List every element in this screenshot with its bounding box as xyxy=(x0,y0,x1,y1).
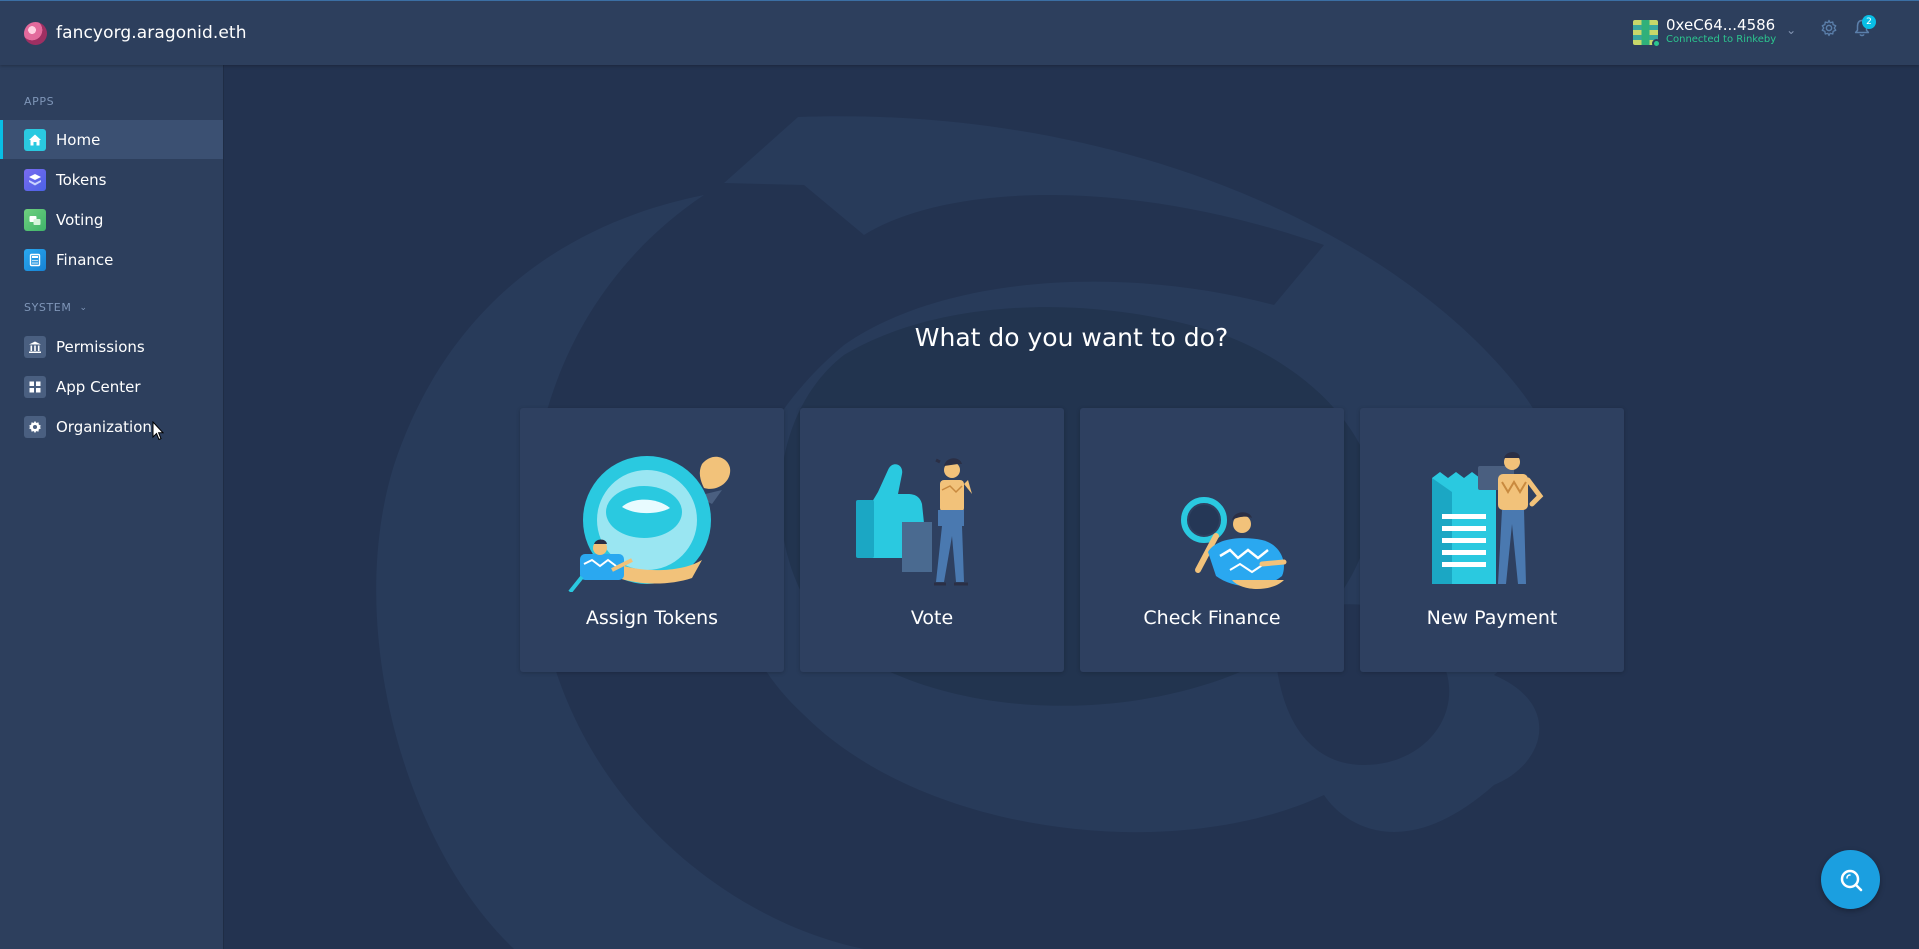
sidebar-item-organization[interactable]: Organization xyxy=(0,407,223,446)
voting-icon xyxy=(24,208,46,231)
sidebar-item-label: Voting xyxy=(56,210,104,229)
app-center-icon xyxy=(24,375,46,398)
organization-gear-icon xyxy=(24,415,46,438)
card-label: New Payment xyxy=(1426,607,1558,629)
vote-card[interactable]: Vote xyxy=(800,408,1064,672)
org-avatar-icon xyxy=(24,21,47,45)
system-heading: SYSTEM xyxy=(24,301,72,314)
connected-status-icon xyxy=(1652,39,1661,48)
card-label: Vote xyxy=(910,607,954,629)
help-search-button[interactable] xyxy=(1821,850,1880,909)
sidebar-item-finance[interactable]: Finance xyxy=(0,240,223,279)
home-icon xyxy=(24,128,46,151)
check-finance-card[interactable]: Check Finance xyxy=(1080,408,1344,672)
apps-section-label: APPS xyxy=(24,95,54,108)
card-label: Assign Tokens xyxy=(585,607,719,629)
vote-illustration xyxy=(856,458,972,586)
sidebar-item-label: Permissions xyxy=(56,337,145,356)
new-payment-illustration xyxy=(1432,452,1544,584)
sidebar-item-permissions[interactable]: Permissions xyxy=(0,327,223,366)
main-content: What do you want to do? Assign Tokens Vo… xyxy=(224,65,1919,949)
notification-badge[interactable]: 2 xyxy=(1862,15,1876,29)
new-payment-card[interactable]: New Payment xyxy=(1360,408,1624,672)
account-address: 0xeC64...4586 xyxy=(1666,16,1776,34)
action-cards: Assign Tokens Vote Check Finance New Pay… xyxy=(520,408,1624,672)
org-name: fancyorg.aragonid.eth xyxy=(56,23,247,43)
page-prompt: What do you want to do? xyxy=(914,323,1229,352)
tokens-icon xyxy=(24,168,46,191)
sidebar-item-label: Tokens xyxy=(56,170,107,189)
finance-icon xyxy=(24,248,46,271)
sidebar-item-app-center[interactable]: App Center xyxy=(0,367,223,406)
sidebar: APPS Home Tokens Voting Finance SYSTEM ⌄… xyxy=(0,65,224,949)
chevron-down-icon: ⌄ xyxy=(79,302,88,313)
sidebar-item-tokens[interactable]: Tokens xyxy=(0,160,223,199)
top-bar: fancyorg.aragonid.eth 0xeC64...4586 Conn… xyxy=(0,0,1919,65)
account-identicon-icon xyxy=(1633,20,1661,48)
chevron-down-icon: ⌄ xyxy=(1786,23,1797,37)
assign-tokens-card[interactable]: Assign Tokens xyxy=(520,408,784,672)
card-label: Check Finance xyxy=(1143,607,1281,629)
mouse-cursor-icon xyxy=(152,421,164,441)
gear-icon[interactable] xyxy=(1820,19,1838,37)
help-search-icon xyxy=(1840,869,1862,891)
sidebar-item-home[interactable]: Home xyxy=(0,120,223,159)
sidebar-item-label: Finance xyxy=(56,250,114,269)
account-menu[interactable]: 0xeC64...4586 Connected to Rinkeby ⌄ xyxy=(1633,16,1797,48)
network-status: Connected to Rinkeby xyxy=(1666,34,1777,45)
org-switcher[interactable]: fancyorg.aragonid.eth xyxy=(24,21,247,45)
sidebar-item-voting[interactable]: Voting xyxy=(0,200,223,239)
sidebar-item-label: Organization xyxy=(56,417,152,436)
check-finance-illustration xyxy=(1181,497,1287,589)
permissions-icon xyxy=(24,335,46,358)
assign-tokens-illustration xyxy=(568,456,731,592)
apps-heading: APPS xyxy=(24,95,55,108)
system-section-toggle[interactable]: SYSTEM ⌄ xyxy=(24,301,88,314)
sidebar-item-label: Home xyxy=(56,130,101,149)
sidebar-item-label: App Center xyxy=(56,377,141,396)
